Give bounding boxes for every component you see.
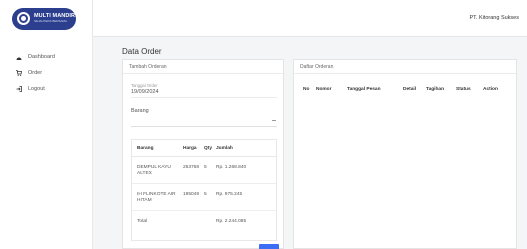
col-nomor: Nomor — [316, 87, 332, 92]
col-tanggal-pesan: Tanggal Pesan — [347, 87, 381, 92]
order-date-label: Tanggal Order — [131, 83, 158, 88]
col-no: No — [303, 87, 310, 92]
add-order-header: Tambah Orderan — [123, 60, 283, 74]
col-barang: Barang — [137, 145, 154, 151]
order-list-table-header: No Nomor Tanggal Pesan Detail Tagihan St… — [294, 87, 518, 97]
table-row: IH FLINKOTE AIR HITAM 195049 5 Rp. 975.2… — [132, 184, 276, 211]
logout-icon — [16, 86, 25, 92]
submit-order-button[interactable] — [259, 244, 279, 249]
table-row: DEMPUL KAYU ALTEX 253768 5 Rp. 1.268.840 — [132, 157, 276, 184]
cell-qty: 5 — [204, 165, 207, 170]
order-list-header: Daftar Orderan — [294, 60, 516, 74]
chevron-down-icon[interactable] — [272, 120, 276, 121]
sidebar-item-logout[interactable]: Logout — [0, 82, 92, 96]
col-harga: Harga — [183, 145, 197, 151]
cell-jumlah: Rp. 1.268.840 — [216, 165, 247, 170]
sidebar-item-label: Dashboard — [28, 54, 55, 60]
total-value: Rp. 2.244.085 — [216, 219, 247, 224]
topbar: PT. Kitorang Sukses — [93, 0, 527, 37]
sidebar-item-dashboard[interactable]: Dashboard — [0, 50, 92, 64]
col-action: Action — [483, 87, 498, 92]
dashboard-icon — [16, 55, 25, 60]
add-order-card: Tambah Orderan Tanggal Order 19/09/2024 … — [122, 59, 284, 249]
barang-select-label: Barang — [131, 108, 149, 114]
sidebar: MULTI MANDIRI SEJAHTERA BERSAMA Dashboar… — [0, 0, 93, 249]
order-items-header: Barang Harga Qty Jumlah — [132, 140, 276, 157]
logo-mark-icon — [17, 12, 30, 25]
page-title: Data Order — [122, 47, 162, 56]
sidebar-item-label: Order — [28, 70, 43, 76]
col-status: Status — [456, 87, 471, 92]
col-jumlah: Jumlah — [216, 145, 233, 151]
order-date-field[interactable]: Tanggal Order 19/09/2024 — [131, 83, 159, 95]
sidebar-nav: Dashboard Order Logout — [0, 50, 92, 96]
logo-area: MULTI MANDIRI SEJAHTERA BERSAMA — [0, 0, 92, 37]
barang-select[interactable] — [131, 126, 277, 127]
sidebar-item-order[interactable]: Order — [0, 66, 92, 80]
col-detail: Detail — [403, 87, 417, 92]
col-qty: Qty — [204, 145, 212, 151]
cell-barang: DEMPUL KAYU ALTEX — [137, 165, 171, 177]
cell-barang: IH FLINKOTE AIR HITAM — [137, 192, 176, 204]
total-row: Total Rp. 2.244.085 — [132, 211, 276, 242]
company-name[interactable]: PT. Kitorang Sukses — [469, 15, 519, 21]
sidebar-item-label: Logout — [28, 86, 45, 92]
order-items-table: Barang Harga Qty Jumlah DEMPUL KAYU ALTE… — [131, 139, 277, 241]
order-date-value: 19/09/2024 — [131, 89, 159, 95]
cell-harga: 253768 — [183, 165, 200, 170]
cart-icon — [16, 70, 25, 76]
cell-jumlah: Rp. 975.245 — [216, 192, 243, 197]
order-list-card: Daftar Orderan No Nomor Tanggal Pesan De… — [293, 59, 517, 249]
col-tagihan: Tagihan — [426, 87, 445, 92]
order-date-underline — [131, 97, 277, 98]
cell-qty: 5 — [204, 192, 207, 197]
company-logo[interactable]: MULTI MANDIRI SEJAHTERA BERSAMA — [12, 7, 77, 30]
total-label: Total — [137, 219, 148, 224]
cell-harga: 195049 — [183, 192, 200, 197]
logo-tagline: SEJAHTERA BERSAMA — [34, 19, 68, 24]
